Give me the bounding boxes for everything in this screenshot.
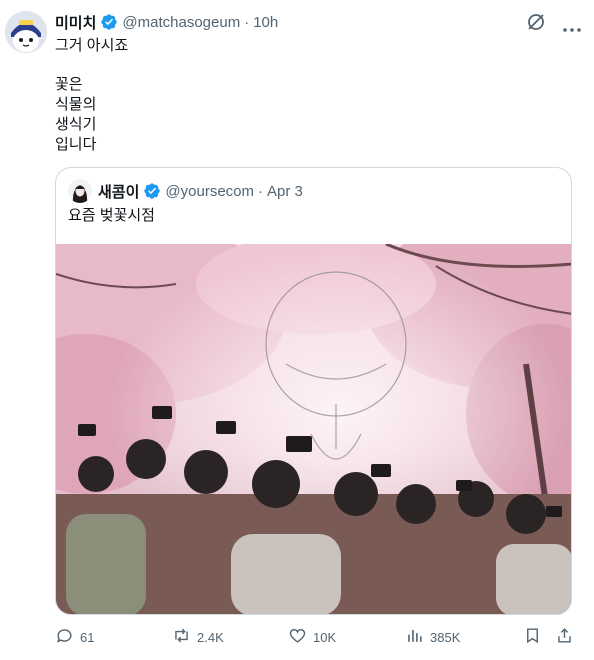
share-button[interactable] xyxy=(555,626,574,648)
repost-count: 2.4K xyxy=(197,629,224,645)
quoted-verified-badge-icon xyxy=(143,182,161,200)
views-button[interactable]: 385K xyxy=(405,626,460,648)
repost-icon xyxy=(172,626,191,648)
tweet-line: 생식기 xyxy=(55,116,97,133)
grok-icon[interactable] xyxy=(526,12,546,32)
tweet-time[interactable]: 10h xyxy=(253,14,278,31)
quoted-tweet-text: 요즘 벚꽃시점 xyxy=(68,207,155,224)
quoted-tweet-header: 새콤이 @yoursecom · Apr 3 xyxy=(68,179,303,203)
bookmark-button[interactable] xyxy=(523,626,542,648)
more-icon[interactable] xyxy=(562,20,582,32)
reply-button[interactable]: 61 xyxy=(55,626,94,648)
like-button[interactable]: 10K xyxy=(288,626,336,648)
tweet-line: 그거 아시죠 xyxy=(55,37,129,54)
tweet-line: 식물의 xyxy=(55,96,97,113)
share-icon xyxy=(555,626,574,648)
quoted-author-name[interactable]: 새콤이 xyxy=(98,181,139,202)
quoted-header-separator: · xyxy=(258,182,263,200)
author-name[interactable]: 미미치 xyxy=(55,12,96,33)
author-handle[interactable]: @matchasogeum xyxy=(122,14,240,31)
quoted-tweet-photo[interactable] xyxy=(56,219,571,614)
reply-icon xyxy=(55,626,74,648)
author-avatar[interactable] xyxy=(5,11,47,53)
quoted-tweet[interactable]: 새콤이 @yoursecom · Apr 3 요즘 벚꽃시점 xyxy=(55,167,572,615)
views-icon xyxy=(405,626,424,648)
repost-button[interactable]: 2.4K xyxy=(172,626,224,648)
like-count: 10K xyxy=(313,629,337,645)
views-count: 385K xyxy=(430,629,461,645)
reply-count: 61 xyxy=(80,629,95,645)
header-separator: · xyxy=(244,13,250,31)
tweet-text: 그거 아시죠 꽃은 식물의 생식기 입니다 xyxy=(55,36,128,155)
like-icon xyxy=(288,626,307,648)
tweet-line: 꽃은 xyxy=(55,76,83,93)
quoted-tweet-date[interactable]: Apr 3 xyxy=(267,183,303,200)
verified-badge-icon xyxy=(100,13,118,31)
quoted-author-handle[interactable]: @yoursecom xyxy=(165,183,254,200)
tweet-line: 입니다 xyxy=(55,136,97,153)
tweet-header: 미미치 @matchasogeum · 10h xyxy=(55,11,278,33)
tweet-actions: 61 2.4K 10K 385K xyxy=(55,626,585,648)
tweet[interactable]: 미미치 @matchasogeum · 10h 그거 아시죠 꽃은 식물의 생식… xyxy=(0,0,594,660)
quoted-author-avatar[interactable] xyxy=(68,179,92,203)
bookmark-icon xyxy=(523,626,542,648)
